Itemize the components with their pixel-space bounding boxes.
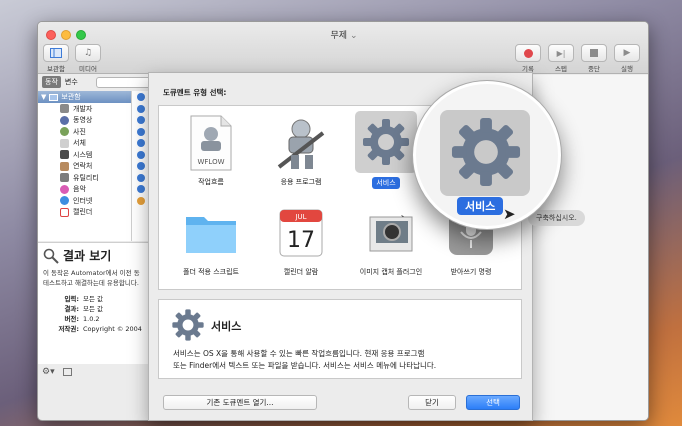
camera-icon bbox=[362, 204, 420, 262]
globe-icon bbox=[60, 196, 69, 206]
doc-type-folder-action[interactable]: 폴더 적용 스크립트 bbox=[169, 204, 253, 278]
description-title: 결과 보기 bbox=[43, 247, 145, 264]
open-existing-button[interactable]: 기존 도큐멘트 열기... bbox=[163, 395, 317, 410]
run-label: 실행 bbox=[621, 65, 633, 73]
info-title: 서비스 bbox=[211, 320, 242, 333]
sidebar-item-contacts[interactable]: 연락처 bbox=[38, 161, 131, 173]
action-icon bbox=[137, 116, 145, 124]
meta-row: 입력: 모든 값 bbox=[64, 295, 104, 303]
svg-text:JUL: JUL bbox=[294, 213, 306, 221]
calendar-icon bbox=[60, 207, 69, 217]
action-icon bbox=[137, 139, 145, 147]
library-list: ▼ 보관함 개발자 동영상 사진 서체 시스템 연락처 유틸리티 음악 인터넷 … bbox=[38, 91, 132, 241]
sidebar-item-calendar[interactable]: 캘린더 bbox=[38, 207, 131, 219]
step-icon: ▶| bbox=[556, 48, 566, 58]
info-text: 서비스는 OS X을 통해 사용할 수 있는 빠른 작업흐름입니다. 현재 응용… bbox=[173, 349, 437, 370]
application-icon bbox=[272, 114, 330, 172]
media-button[interactable]: ♫ bbox=[75, 44, 101, 62]
workflow-icon: WFLOW bbox=[182, 114, 240, 172]
search-input[interactable] bbox=[96, 77, 156, 88]
folder-icon bbox=[182, 204, 240, 262]
calendar-icon: JUL 17 bbox=[272, 204, 330, 262]
gear-icon bbox=[451, 117, 521, 187]
system-icon bbox=[60, 150, 69, 160]
doc-type-application[interactable]: 응용 프로그램 bbox=[259, 114, 343, 188]
gear-icon bbox=[355, 111, 417, 173]
music-icon bbox=[60, 184, 69, 194]
action-icon bbox=[137, 173, 145, 182]
description-text: 이 동작은 Automator에서 이전 동 테스트하고 해결하는데 유용합니다… bbox=[43, 269, 140, 287]
library-icon bbox=[50, 48, 62, 58]
magnifier-overlay: 서비스 ➤ bbox=[412, 80, 562, 230]
hint-tooltip: 구축하십시오. bbox=[528, 210, 585, 226]
action-icon bbox=[137, 196, 145, 205]
document-type-info: 서비스 서비스는 OS X을 통해 사용할 수 있는 빠른 작업흐름입니다. 현… bbox=[158, 299, 522, 379]
tab-actions[interactable]: 동작 bbox=[42, 76, 61, 88]
magnified-label: 서비스 bbox=[457, 197, 504, 215]
contacts-icon bbox=[60, 161, 69, 171]
library-toggle-button[interactable] bbox=[43, 44, 69, 62]
utility-icon bbox=[60, 173, 69, 183]
record-button[interactable] bbox=[515, 44, 541, 62]
action-icon bbox=[137, 127, 145, 136]
media-label: 미디어 bbox=[79, 65, 97, 73]
photo-icon bbox=[60, 127, 69, 137]
action-description: 결과 보기 이 동작은 Automator에서 이전 동 테스트하고 해결하는데… bbox=[38, 242, 150, 364]
gear-menu-icon[interactable]: ⚙▾ bbox=[42, 367, 55, 377]
sidebar-item-utilities[interactable]: 유틸리티 bbox=[38, 172, 131, 184]
meta-row: 버전: 1.0.2 bbox=[64, 315, 100, 323]
font-icon bbox=[60, 138, 69, 148]
sidebar-item-system[interactable]: 시스템 bbox=[38, 149, 131, 161]
close-button[interactable]: 닫기 bbox=[408, 395, 456, 410]
magnifier-icon bbox=[43, 248, 59, 264]
mouse-cursor-icon: ➤ bbox=[503, 205, 516, 223]
doc-type-workflow[interactable]: WFLOW 작업흐름 bbox=[169, 114, 253, 188]
record-icon bbox=[523, 48, 533, 58]
tab-variables[interactable]: 변수 bbox=[65, 77, 78, 87]
sidebar-item-movies[interactable]: 동영상 bbox=[38, 115, 131, 127]
action-icon bbox=[137, 104, 145, 113]
library-header[interactable]: ▼ 보관함 bbox=[38, 91, 131, 103]
meta-row: 저작권: Copyright © 2004 bbox=[58, 325, 142, 333]
run-button[interactable]: ▶ bbox=[614, 44, 640, 62]
left-bottom-bar: ⚙▾ bbox=[38, 364, 150, 380]
play-icon: ▶ bbox=[623, 48, 631, 58]
sheet-title: 도큐멘트 유형 선택: bbox=[163, 88, 227, 97]
step-button[interactable]: ▶| bbox=[548, 44, 574, 62]
sidebar-item-photos[interactable]: 사진 bbox=[38, 126, 131, 138]
action-icon bbox=[137, 162, 145, 170]
action-icon bbox=[137, 93, 145, 101]
stop-button[interactable] bbox=[581, 44, 607, 62]
sidebar-item-music[interactable]: 음악 bbox=[38, 184, 131, 196]
choose-button[interactable]: 선택 bbox=[466, 395, 520, 410]
description-meta: 입력: 모든 값 결과: 모든 값 버전: 1.0.2 저작권: Copyright ©… bbox=[43, 294, 145, 334]
doc-type-image-capture[interactable]: 이미지 캡처 플러그인 bbox=[349, 204, 433, 278]
gear-icon bbox=[172, 309, 204, 341]
film-icon bbox=[60, 115, 69, 125]
sidebar-item-internet[interactable]: 인터넷 bbox=[38, 195, 131, 207]
action-icon bbox=[137, 185, 145, 193]
hammer-icon bbox=[60, 104, 69, 114]
meta-row: 결과: 모든 값 bbox=[64, 305, 104, 313]
disclosure-triangle-icon: ▼ bbox=[41, 93, 47, 101]
music-note-icon: ♫ bbox=[83, 48, 93, 58]
title-bar: 무제 ⌄ 보관함 ♫ 미디어 기록 ▶| 스텝 중단 ▶ 실행 bbox=[38, 22, 648, 74]
sidebar-item-developer[interactable]: 개발자 bbox=[38, 103, 131, 115]
sidebar-item-fonts[interactable]: 서체 bbox=[38, 138, 131, 150]
action-icon bbox=[137, 150, 145, 159]
doc-type-calendar-alarm[interactable]: JUL 17 캘린더 알람 bbox=[259, 204, 343, 278]
window-title[interactable]: 무제 ⌄ bbox=[38, 28, 648, 41]
toggle-description-icon[interactable] bbox=[62, 368, 72, 376]
folder-icon bbox=[49, 93, 59, 101]
stop-icon bbox=[590, 49, 598, 57]
svg-text:17: 17 bbox=[287, 228, 315, 253]
svg-text:WFLOW: WFLOW bbox=[197, 158, 224, 166]
library-header-label: 보관함 bbox=[61, 93, 81, 101]
